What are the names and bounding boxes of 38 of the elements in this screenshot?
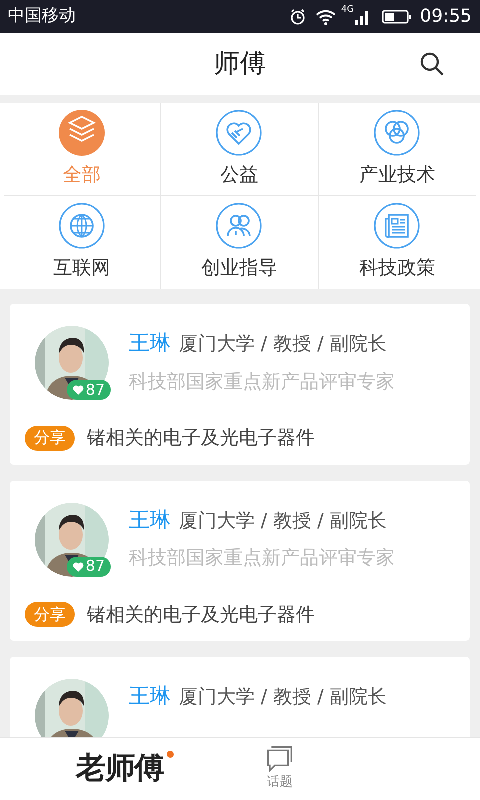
wifi-icon <box>315 8 338 26</box>
topic-title[interactable]: 锗相关的电子及光电子器件 <box>87 600 315 629</box>
clock-time: 09:55 <box>420 5 472 29</box>
expert-affiliation: 厦门大学 / 教授 / 副院长 <box>179 685 387 710</box>
topics-tab[interactable]: 话题 <box>240 745 320 793</box>
heart-icon <box>72 562 84 572</box>
expert-card[interactable]: 87 王琳 厦门大学 / 教授 / 副院长 科技部国家重点新产品评审专家 分享 锗相关的电子及光电子器件 <box>10 304 470 464</box>
category-tab[interactable]: 科技政策 <box>318 196 476 289</box>
expert-affiliation: 厦门大学 / 教授 / 副院长 <box>179 332 387 357</box>
search-icon <box>419 51 445 77</box>
category-tab[interactable]: 创业指导 <box>161 196 319 289</box>
expert-title: 科技部国家重点新产品评审专家 <box>129 370 395 394</box>
circles-icon <box>373 108 422 157</box>
share-tag: 分享 <box>25 602 75 628</box>
carrier-name: 中国移动 <box>8 4 76 28</box>
expert-card[interactable]: 87 王琳 厦门大学 / 教授 / 副院长 科技部国家重点新产品评审专家 分享 锗相关的电子及光电子器件 <box>10 480 470 641</box>
newspaper-icon <box>373 202 422 250</box>
category-tab[interactable]: 互联网 <box>4 196 162 289</box>
topic-title[interactable]: 锗相关的电子及光电子器件 <box>87 424 315 452</box>
app-logo: 老师傅 <box>76 750 164 788</box>
likes-badge: 87 <box>66 380 111 400</box>
share-tag: 分享 <box>25 426 75 451</box>
category-tab[interactable]: 产业技术 <box>318 103 476 196</box>
battery-icon <box>382 8 412 24</box>
expert-affiliation: 厦门大学 / 教授 / 副院长 <box>179 508 387 534</box>
layers-icon <box>58 108 106 157</box>
expert-title: 科技部国家重点新产品评审专家 <box>129 546 395 571</box>
globe-icon <box>58 202 106 250</box>
network-type: 4G <box>341 4 354 17</box>
chat-icon <box>265 745 295 774</box>
likes-badge: 87 <box>66 556 111 576</box>
category-tab[interactable]: 公益 <box>161 103 319 196</box>
heart-icon <box>72 385 84 395</box>
page-title: 师傅 <box>214 48 266 80</box>
expert-card[interactable]: 王琳 厦门大学 / 教授 / 副院长 <box>10 657 470 737</box>
search-button[interactable] <box>418 50 446 78</box>
alarm-icon <box>289 8 308 26</box>
people-icon <box>215 202 264 250</box>
